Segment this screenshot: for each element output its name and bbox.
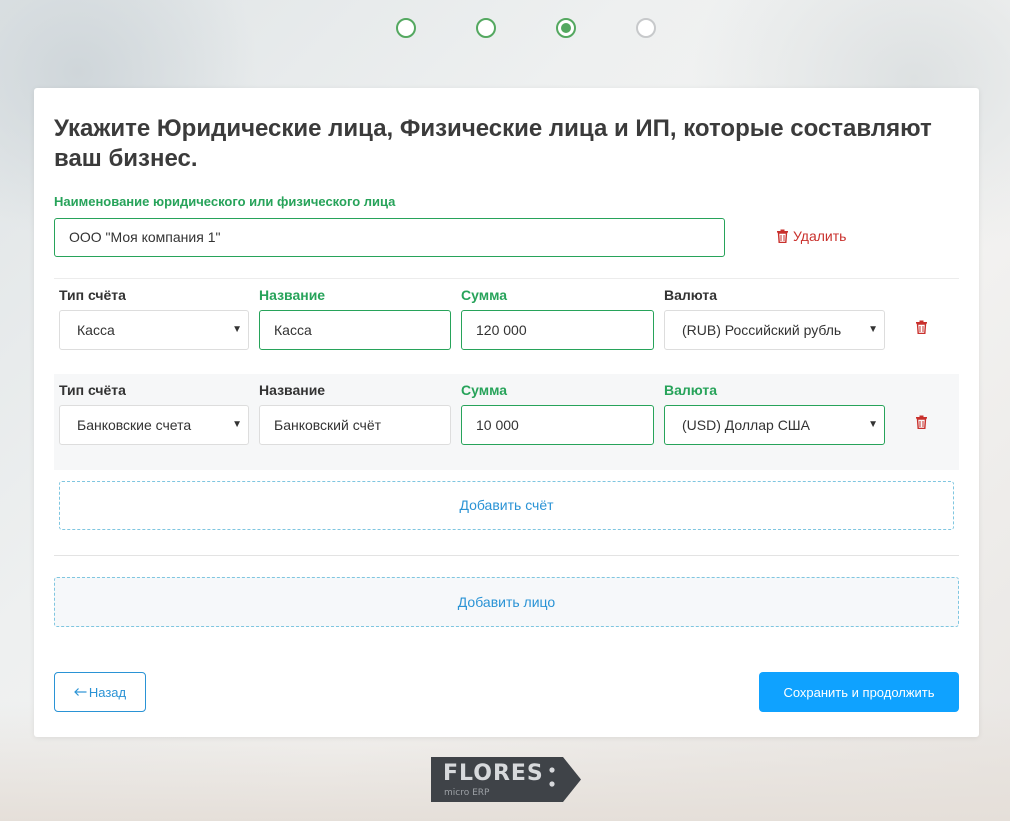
account-row: Тип счёта Название Сумма Валюта Банковск…: [54, 374, 959, 470]
account-amount-label: Сумма: [461, 382, 508, 398]
back-button-label: Назад: [88, 684, 127, 700]
account-amount-input[interactable]: 120 000: [461, 310, 654, 350]
entity-name-input[interactable]: ООО "Моя компания 1": [54, 218, 725, 257]
caret-down-icon: ▼: [232, 324, 242, 335]
arrow-left-icon: [74, 688, 87, 696]
caret-down-icon: ▼: [232, 419, 242, 430]
account-currency-value: (USD) Доллар США: [682, 417, 810, 433]
delete-entity-button[interactable]: Удалить: [776, 228, 846, 244]
step-3-indicator: [556, 18, 576, 38]
add-account-button[interactable]: Добавить счёт: [59, 481, 954, 530]
account-name-input[interactable]: Касса: [259, 310, 451, 350]
delete-entity-label: Удалить: [793, 228, 847, 244]
trash-icon: [916, 320, 927, 335]
wizard-progress: [0, 18, 1010, 38]
delete-account-button[interactable]: [915, 415, 928, 434]
account-type-label: Тип счёта: [59, 287, 126, 303]
account-name-input[interactable]: Банковский счёт: [259, 405, 451, 445]
trash-icon: [777, 229, 788, 243]
account-currency-value: (RUB) Российский рубль: [682, 322, 842, 338]
account-type-select[interactable]: Банковские счета ▼: [59, 405, 249, 445]
step-2-indicator: [476, 18, 496, 38]
save-continue-button[interactable]: Сохранить и продолжить: [759, 672, 959, 712]
account-type-value: Банковские счета: [77, 417, 192, 433]
account-type-label: Тип счёта: [59, 382, 126, 398]
add-person-button[interactable]: Добавить лицо: [54, 577, 959, 627]
caret-down-icon: ▼: [868, 419, 878, 430]
caret-down-icon: ▼: [868, 324, 878, 335]
account-currency-label: Валюта: [664, 382, 718, 398]
back-button[interactable]: Назад: [54, 672, 146, 712]
account-name-label: Название: [259, 287, 326, 303]
logo-tagline: micro ERP: [444, 788, 490, 798]
account-type-select[interactable]: Касса ▼: [59, 310, 249, 350]
trash-icon: [916, 415, 927, 430]
account-row: Тип счёта Название Сумма Валюта Касса ▼ …: [54, 278, 959, 374]
account-type-value: Касса: [77, 322, 115, 338]
account-amount-label: Сумма: [461, 287, 508, 303]
page-title: Укажите Юридические лица, Физические лиц…: [54, 115, 932, 172]
account-currency-select[interactable]: (USD) Доллар США ▼: [664, 405, 885, 445]
account-name-label: Название: [259, 382, 326, 398]
business-entities-card: Укажите Юридические лица, Физические лиц…: [34, 88, 979, 737]
step-4-indicator: [636, 18, 656, 38]
delete-account-button[interactable]: [915, 320, 928, 339]
step-1-indicator: [396, 18, 416, 38]
flores-logo: FLORES micro ERP: [431, 757, 581, 802]
divider: [54, 555, 959, 556]
account-currency-label: Валюта: [664, 287, 718, 303]
account-currency-select[interactable]: (RUB) Российский рубль ▼: [664, 310, 885, 350]
logo-name: FLORES: [443, 761, 544, 786]
entity-name-label: Наименование юридического или физическог…: [54, 194, 396, 209]
account-amount-input[interactable]: 10 000: [461, 405, 654, 445]
